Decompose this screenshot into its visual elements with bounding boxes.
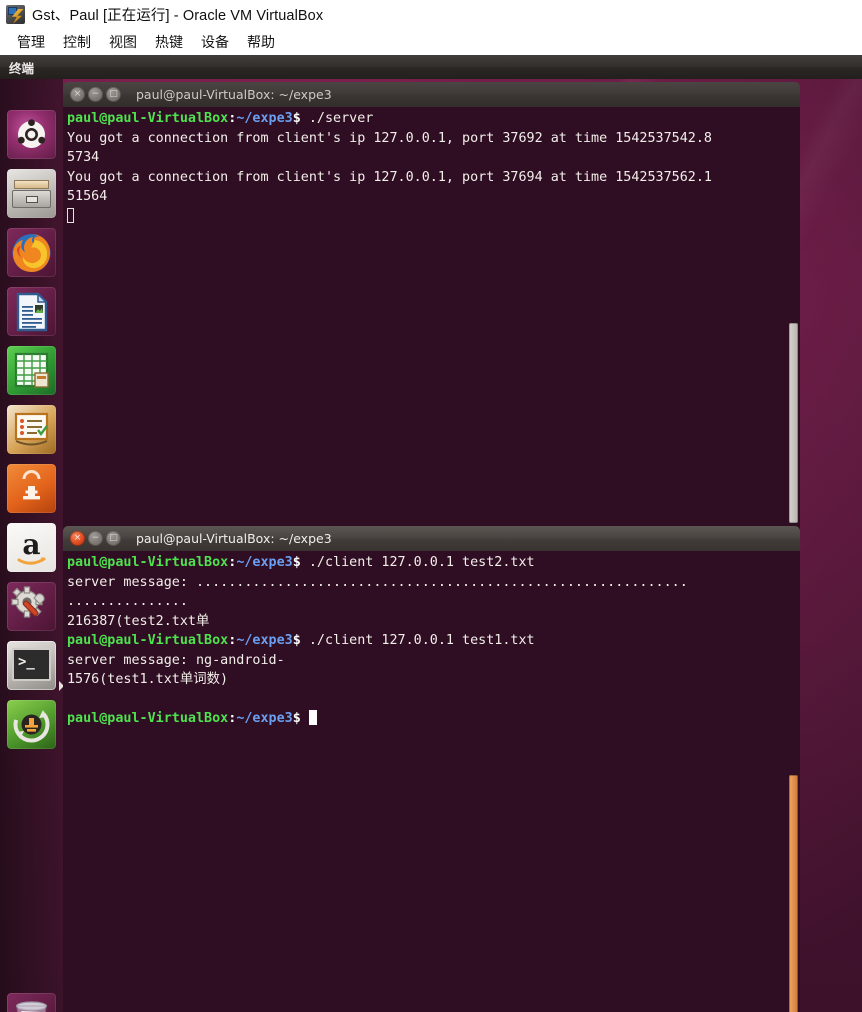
launcher-item-trash[interactable] — [7, 993, 56, 1012]
libreoffice-writer-icon — [16, 292, 48, 332]
terminal-line: 1576(test1.txt单词数) — [67, 672, 229, 687]
launcher-item-files[interactable] — [7, 169, 56, 218]
virtualbox-window: Gst、Paul [正在运行] - Oracle VM VirtualBox 管… — [0, 0, 862, 1012]
virtualbox-menubar: 管理 控制 视图 热键 设备 帮助 — [0, 28, 862, 55]
launcher-item-calc[interactable] — [7, 346, 56, 395]
menu-hotkey[interactable]: 热键 — [146, 30, 192, 54]
prompt-path: ~/expe3 — [236, 633, 293, 648]
terminal-line: 5734 — [67, 150, 100, 165]
minimize-icon: − — [91, 533, 100, 543]
terminal-line: server message: ........................… — [67, 574, 688, 590]
ubuntu-top-panel: 终端 — [0, 55, 862, 79]
launcher-item-amazon[interactable]: a — [7, 523, 56, 572]
trash-icon — [15, 1001, 48, 1012]
libreoffice-impress-icon — [14, 412, 49, 446]
prompt-path: ~/expe3 — [236, 711, 293, 726]
terminal-line: server message: ng-android- — [67, 652, 285, 668]
terminal-output-client: paul@paul-VirtualBox:~/expe3$ ./client 1… — [67, 553, 800, 729]
menu-manage[interactable]: 管理 — [8, 30, 54, 54]
maximize-button[interactable]: □ — [106, 87, 121, 102]
prompt-command: ./server — [300, 111, 374, 126]
maximize-icon: □ — [109, 533, 118, 543]
terminal-line: 51564 — [67, 189, 108, 204]
virtualbox-titlebar: Gst、Paul [正在运行] - Oracle VM VirtualBox — [0, 0, 862, 28]
prompt-sigil: $ — [292, 111, 301, 126]
menu-view[interactable]: 视图 — [100, 30, 146, 54]
menu-help[interactable]: 帮助 — [238, 30, 284, 54]
prompt-sigil: $ — [292, 633, 301, 648]
firefox-icon — [12, 234, 51, 272]
terminal-window-client[interactable]: × − □ paul@paul-VirtualBox: ~/expe3 paul… — [59, 526, 800, 1012]
prompt-command: ./client 127.0.0.1 test1.txt — [300, 633, 535, 648]
launcher-item-dash[interactable] — [7, 110, 56, 159]
prompt-sigil: $ — [292, 555, 301, 570]
terminal-prompt-glyph: >_ — [18, 654, 35, 670]
terminal-body-client[interactable]: paul@paul-VirtualBox:~/expe3$ ./client 1… — [63, 551, 800, 1012]
minimize-button[interactable]: − — [88, 87, 103, 102]
terminal-titlebar-client[interactable]: × − □ paul@paul-VirtualBox: ~/expe3 — [63, 526, 800, 551]
launcher-item-writer[interactable] — [7, 287, 56, 336]
terminal-body-server[interactable]: paul@paul-VirtualBox:~/expe3$ ./server Y… — [63, 107, 800, 532]
prompt-user: paul@paul-VirtualBox — [67, 555, 229, 570]
close-button[interactable]: × — [70, 87, 85, 102]
libreoffice-calc-icon — [14, 352, 49, 388]
launcher-item-software-updater[interactable] — [7, 700, 56, 749]
minimize-icon: − — [91, 89, 100, 99]
terminal-cursor — [308, 710, 317, 725]
close-button[interactable]: × — [70, 531, 85, 546]
prompt-command: ./client 127.0.0.1 test2.txt — [300, 555, 535, 570]
software-bag-glyph — [22, 470, 41, 500]
terminal-output-server: paul@paul-VirtualBox:~/expe3$ ./server Y… — [67, 109, 800, 226]
minimize-button[interactable]: − — [88, 531, 103, 546]
menu-device[interactable]: 设备 — [192, 30, 238, 54]
maximize-button[interactable]: □ — [106, 531, 121, 546]
vm-display[interactable]: 终端 a >_ × − □ paul@paul-VirtualBox: ~/ex… — [0, 55, 862, 1012]
prompt-command — [301, 711, 309, 726]
prompt-sigil: $ — [292, 711, 301, 726]
launcher-item-firefox[interactable] — [7, 228, 56, 277]
amazon-smile-glyph — [17, 557, 46, 565]
system-settings-icon — [11, 586, 45, 618]
terminal-line: You got a connection from client's ip 12… — [67, 169, 712, 185]
window-title: Gst、Paul [正在运行] - Oracle VM VirtualBox — [32, 7, 324, 24]
terminal-titlebar-server[interactable]: × − □ paul@paul-VirtualBox: ~/expe3 — [63, 82, 800, 107]
drawer-handle-glyph — [26, 196, 38, 203]
close-icon: × — [73, 533, 82, 543]
virtualbox-icon — [6, 4, 25, 24]
panel-app-title: 终端 — [9, 60, 35, 76]
terminal-line: ............... — [67, 594, 188, 609]
updater-refresh-glyph — [13, 706, 50, 743]
terminal-window-server[interactable]: × − □ paul@paul-VirtualBox: ~/expe3 paul… — [63, 82, 800, 532]
close-icon: × — [73, 89, 82, 99]
terminal-title-client: paul@paul-VirtualBox: ~/expe3 — [136, 531, 332, 546]
ubuntu-logo-glyph — [17, 119, 46, 148]
folder-paper-glyph — [14, 180, 49, 189]
prompt-user: paul@paul-VirtualBox — [67, 633, 229, 648]
launcher-item-settings[interactable] — [7, 582, 56, 631]
terminal-line: You got a connection from client's ip 12… — [67, 130, 712, 146]
launcher-item-impress[interactable] — [7, 405, 56, 454]
unity-launcher: a >_ — [0, 79, 63, 1012]
prompt-user: paul@paul-VirtualBox — [67, 111, 229, 126]
terminal-title-server: paul@paul-VirtualBox: ~/expe3 — [136, 87, 332, 102]
terminal-line: 216387(test2.txt单 — [67, 613, 210, 629]
launcher-item-terminal[interactable]: >_ — [7, 641, 56, 690]
prompt-user: paul@paul-VirtualBox — [67, 711, 229, 726]
terminal-scrollbar-client[interactable] — [789, 775, 798, 1012]
terminal-scrollbar-server[interactable] — [789, 323, 798, 523]
menu-control[interactable]: 控制 — [54, 30, 100, 54]
prompt-path: ~/expe3 — [236, 555, 293, 570]
terminal-cursor — [67, 207, 74, 223]
prompt-path: ~/expe3 — [236, 111, 293, 126]
launcher-item-software[interactable] — [7, 464, 56, 513]
maximize-icon: □ — [109, 89, 118, 99]
